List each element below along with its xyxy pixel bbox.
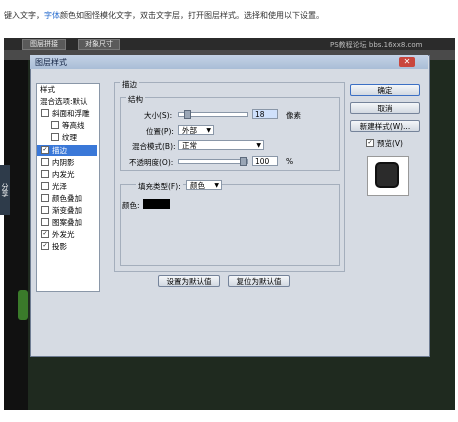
- ps-button-1[interactable]: 图层拼接: [22, 39, 66, 50]
- style-checkbox[interactable]: [41, 193, 49, 202]
- position-select-value: 外部: [182, 126, 197, 135]
- style-item-label: 样式: [40, 85, 55, 94]
- dialog-titlebar: [30, 55, 428, 69]
- style-checkbox[interactable]: [41, 157, 49, 166]
- fill-group: [120, 184, 340, 266]
- style-checkbox[interactable]: [41, 181, 49, 190]
- style-checkbox[interactable]: [41, 206, 49, 214]
- position-select[interactable]: 外部 ▼: [178, 125, 214, 135]
- opacity-slider-track[interactable]: [178, 159, 248, 164]
- style-item[interactable]: 等高线: [37, 120, 97, 131]
- structure-title: 结构: [126, 94, 145, 105]
- style-item[interactable]: 样式: [37, 84, 100, 95]
- instruction-link[interactable]: 字体: [44, 11, 60, 20]
- style-checkbox[interactable]: ✓: [41, 230, 49, 239]
- style-item[interactable]: ✓ 外发光: [37, 229, 97, 240]
- chevron-down-icon: ▼: [206, 127, 211, 134]
- style-checkbox[interactable]: ✓: [41, 145, 49, 154]
- chevron-down-icon: ▼: [256, 142, 261, 149]
- blend-mode-label: 混合模式(B):: [132, 142, 176, 151]
- style-item-label: 内阴影: [52, 157, 75, 167]
- style-item-label: 混合选项:默认: [40, 97, 88, 107]
- preview-label: 预览(V): [377, 139, 403, 148]
- ps-button-2[interactable]: 对象尺寸: [78, 39, 120, 50]
- new-style-button[interactable]: 新建样式(W)...: [350, 120, 420, 132]
- fill-type-value: 颜色: [190, 181, 205, 190]
- style-item[interactable]: 纹理: [37, 132, 97, 143]
- instruction-text: 键入文字，字体颜色如图怪模化文字，双击文字层，打开图层样式。选择和使用以下设置。: [4, 10, 324, 21]
- canvas-dark-edge: [4, 60, 28, 410]
- position-label: 位置(P):: [146, 127, 174, 136]
- style-item[interactable]: 光泽: [37, 181, 97, 192]
- watermark: PS教程论坛 bbs.16xx8.com: [330, 41, 423, 49]
- chevron-down-icon: ▼: [214, 182, 219, 189]
- color-swatch[interactable]: [143, 199, 170, 209]
- style-checkbox[interactable]: [41, 169, 49, 178]
- style-checkbox[interactable]: [41, 218, 49, 227]
- dialog-title: 图层样式: [35, 58, 67, 67]
- style-checkbox[interactable]: [51, 133, 59, 142]
- style-item-label: 纹理: [62, 133, 77, 143]
- set-default-button[interactable]: 设置为默认值: [158, 275, 220, 287]
- size-unit: 像素: [286, 111, 301, 120]
- opacity-input[interactable]: 100: [252, 156, 278, 166]
- style-item-label: 图案叠加: [52, 218, 82, 228]
- style-item[interactable]: 混合选项:默认: [37, 96, 100, 107]
- reset-default-button[interactable]: 复位为默认值: [228, 275, 290, 287]
- style-checkbox[interactable]: [41, 109, 49, 118]
- style-checkbox[interactable]: [51, 121, 59, 130]
- cancel-button[interactable]: 取消: [350, 102, 420, 114]
- style-item-label: 描边: [52, 145, 67, 155]
- share-side-tab[interactable]: 分享: [0, 165, 10, 215]
- instruction-part2: 颜色如图怪模化文字，双击文字层，打开图层样式。选择和使用以下设置。: [60, 11, 324, 20]
- style-item[interactable]: ✓ 描边: [37, 144, 97, 156]
- style-item[interactable]: 内阴影: [37, 157, 97, 168]
- fill-type-label: 填充类型(F):: [136, 181, 183, 192]
- style-item[interactable]: 内发光: [37, 169, 97, 180]
- close-button[interactable]: ✕: [399, 57, 415, 67]
- blend-mode-value: 正常: [182, 141, 197, 150]
- style-item-label: 渐变叠加: [52, 206, 82, 215]
- instruction-part1: 键入文字，: [4, 11, 44, 20]
- style-item-label: 斜面和浮雕: [52, 109, 90, 119]
- style-item[interactable]: 渐变叠加: [37, 205, 97, 216]
- stroke-section-title: 描边: [120, 79, 139, 90]
- opacity-slider-thumb[interactable]: [240, 157, 247, 166]
- style-item-label: 内发光: [52, 169, 75, 179]
- style-item-label: 等高线: [62, 121, 85, 131]
- canvas-green-glow: [18, 290, 28, 320]
- style-item[interactable]: 图案叠加: [37, 217, 97, 228]
- opacity-unit: %: [286, 157, 294, 166]
- style-item-label: 光泽: [52, 181, 67, 191]
- ok-button[interactable]: 确定: [350, 84, 420, 96]
- preview-toggle[interactable]: ✓ 预览(V): [362, 138, 403, 149]
- style-item-label: 外发光: [52, 230, 75, 240]
- style-item[interactable]: 颜色叠加: [37, 193, 97, 204]
- fill-type-select[interactable]: 颜色 ▼: [186, 180, 222, 190]
- style-checkbox[interactable]: ✓: [41, 242, 49, 251]
- color-label: 颜色:: [122, 201, 140, 210]
- style-item-label: 投影: [52, 242, 67, 252]
- size-label: 大小(S):: [144, 111, 173, 120]
- blend-mode-select[interactable]: 正常 ▼: [178, 140, 264, 150]
- size-slider-thumb[interactable]: [184, 110, 192, 119]
- style-item[interactable]: 斜面和浮雕: [37, 108, 97, 119]
- preview-checkbox[interactable]: ✓: [366, 139, 374, 147]
- style-item-label: 颜色叠加: [52, 193, 82, 203]
- opacity-label: 不透明度(O):: [129, 158, 174, 167]
- style-item[interactable]: ✓ 投影: [37, 241, 97, 252]
- style-preview-shape: [375, 162, 399, 188]
- size-input[interactable]: 18: [252, 109, 278, 119]
